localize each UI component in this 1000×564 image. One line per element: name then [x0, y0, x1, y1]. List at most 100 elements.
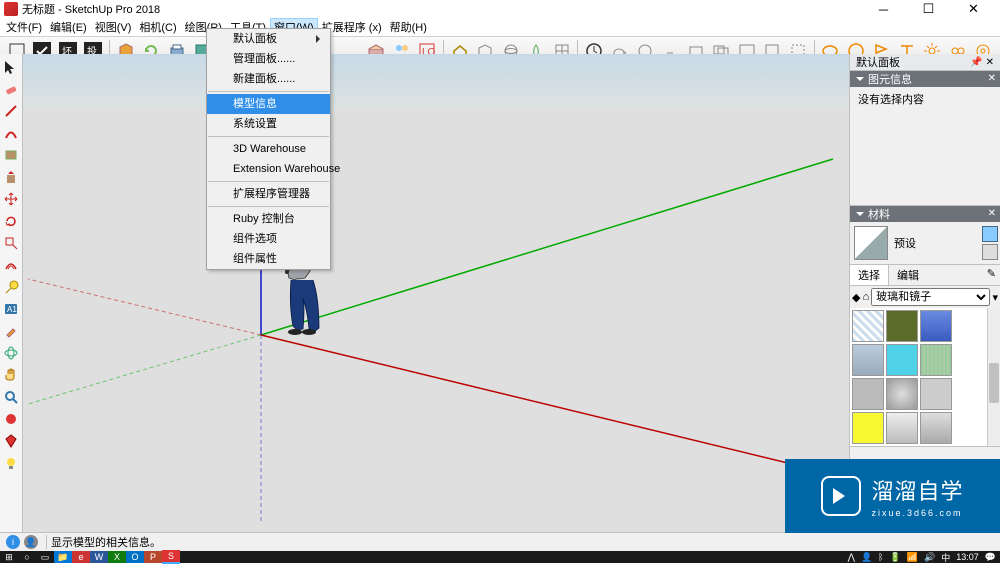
clock[interactable]: 13:07: [956, 552, 979, 562]
app-icon: [4, 2, 18, 16]
watermark-brand: 溜溜自学: [871, 479, 963, 504]
entity-info-body: 没有选择内容: [850, 87, 1000, 206]
dd-comp-opt[interactable]: 组件选项: [207, 229, 330, 249]
materials-edit-tab[interactable]: 编辑: [889, 265, 927, 285]
taskview-icon[interactable]: ▭: [36, 551, 54, 563]
zoom-tool-icon[interactable]: [2, 388, 20, 406]
move-tool-icon[interactable]: [2, 190, 20, 208]
orbit-tool-icon[interactable]: [2, 344, 20, 362]
start-button[interactable]: ⊞: [0, 551, 18, 563]
no-selection-text: 没有选择内容: [858, 94, 924, 106]
wifi-icon[interactable]: 📶: [907, 552, 918, 563]
paint-tool-icon[interactable]: [2, 322, 20, 340]
ime-icon[interactable]: 中: [941, 551, 950, 564]
material-swatch[interactable]: [886, 412, 918, 444]
material-swatch[interactable]: [852, 378, 884, 410]
rotate-tool-icon[interactable]: [2, 212, 20, 230]
dd-extmanager[interactable]: 扩展程序管理器: [207, 184, 330, 204]
default-material-icon[interactable]: [982, 244, 998, 260]
eyedropper-icon[interactable]: ✎: [983, 265, 1000, 285]
menu-camera[interactable]: 相机(C): [135, 18, 180, 36]
material-swatch[interactable]: [886, 310, 918, 342]
outlook-icon[interactable]: O: [126, 551, 144, 563]
volume-icon[interactable]: 🔊: [924, 552, 935, 563]
material-preview[interactable]: [854, 226, 888, 260]
menu-help[interactable]: 帮助(H): [386, 18, 431, 36]
material-swatch[interactable]: [886, 378, 918, 410]
material-swatch[interactable]: [852, 412, 884, 444]
word-icon[interactable]: W: [90, 551, 108, 563]
dd-preferences[interactable]: 系统设置: [207, 114, 330, 134]
tray-title[interactable]: 默认面板 📌 ✕: [850, 54, 1000, 71]
rect-tool-icon[interactable]: [2, 146, 20, 164]
maximize-button[interactable]: ☐: [906, 0, 951, 18]
pan-tool-icon[interactable]: [2, 366, 20, 384]
battery-icon[interactable]: 🔋: [890, 552, 901, 563]
bluetooth-icon[interactable]: ᛒ: [878, 552, 883, 562]
gem-icon[interactable]: [2, 432, 20, 450]
bulb-icon[interactable]: [2, 454, 20, 472]
viewport[interactable]: [23, 54, 849, 533]
window-title: 无标题 - SketchUp Pro 2018: [22, 1, 861, 17]
status-text: 显示模型的相关信息。: [51, 534, 161, 550]
cortana-icon[interactable]: ○: [18, 551, 36, 563]
sketchup-task-icon[interactable]: S: [162, 550, 180, 564]
dd-comp-attr[interactable]: 组件属性: [207, 249, 330, 269]
material-swatch[interactable]: [920, 344, 952, 376]
back-arrow-icon[interactable]: ◆: [852, 291, 860, 304]
line-tool-icon[interactable]: [2, 102, 20, 120]
status-info-icon: i: [6, 535, 20, 549]
pushpull-tool-icon[interactable]: [2, 168, 20, 186]
dd-manage-tray[interactable]: 管理面板......: [207, 49, 330, 69]
material-category-select[interactable]: 玻璃和镜子: [871, 288, 990, 306]
notification-icon[interactable]: 💬: [985, 552, 996, 563]
material-swatch[interactable]: [886, 344, 918, 376]
menu-view[interactable]: 视图(V): [91, 18, 136, 36]
entity-info-header[interactable]: 图元信息✕: [850, 71, 1000, 87]
materials-header[interactable]: 材料✕: [850, 206, 1000, 222]
dd-ruby[interactable]: Ruby 控制台: [207, 209, 330, 229]
text-tool-icon[interactable]: A1: [2, 300, 20, 318]
red-ball-icon[interactable]: [2, 410, 20, 428]
minimize-button[interactable]: ─: [861, 0, 906, 18]
dd-default-tray[interactable]: 默认面板: [207, 29, 330, 49]
title-bar: 无标题 - SketchUp Pro 2018 ─ ☐ ✕: [0, 0, 1000, 18]
offset-tool-icon[interactable]: [2, 256, 20, 274]
tray-up-icon[interactable]: ⋀: [848, 552, 855, 563]
material-swatch[interactable]: [920, 378, 952, 410]
dd-extwarehouse[interactable]: Extension Warehouse: [207, 159, 330, 179]
material-swatches: [850, 308, 987, 446]
material-swatch[interactable]: [852, 310, 884, 342]
excel-icon[interactable]: X: [108, 551, 126, 563]
eraser-tool-icon[interactable]: [2, 80, 20, 98]
swatches-scrollbar[interactable]: [987, 308, 1000, 446]
status-person-icon[interactable]: 👤: [24, 535, 38, 549]
menu-edit[interactable]: 编辑(E): [46, 18, 91, 36]
people-tray-icon[interactable]: 👤: [861, 552, 872, 563]
dd-model-info[interactable]: 模型信息: [207, 94, 330, 114]
close-button[interactable]: ✕: [951, 0, 996, 18]
scale-tool-icon[interactable]: [2, 234, 20, 252]
edge-icon[interactable]: e: [72, 551, 90, 563]
arc-tool-icon[interactable]: [2, 124, 20, 142]
dd-3dwarehouse[interactable]: 3D Warehouse: [207, 139, 330, 159]
home-icon[interactable]: ⌂: [862, 291, 869, 303]
dd-new-tray[interactable]: 新建面板......: [207, 69, 330, 89]
category-menu-icon[interactable]: ▾: [992, 291, 998, 304]
status-bar: i 👤 显示模型的相关信息。: [0, 532, 1000, 551]
create-material-icon[interactable]: [982, 226, 998, 242]
explorer-icon[interactable]: 📁: [54, 551, 72, 563]
material-swatch[interactable]: [852, 344, 884, 376]
material-swatch[interactable]: [920, 310, 952, 342]
tape-tool-icon[interactable]: [2, 278, 20, 296]
menu-file[interactable]: 文件(F): [2, 18, 46, 36]
material-swatch[interactable]: [920, 412, 952, 444]
materials-select-tab[interactable]: 选择: [850, 265, 889, 285]
menu-bar: 文件(F) 编辑(E) 视图(V) 相机(C) 绘图(R) 工具(T) 窗口(W…: [0, 18, 1000, 37]
select-tool-icon[interactable]: [2, 58, 20, 76]
ppt-icon[interactable]: P: [144, 551, 162, 563]
materials-body: 预设 选择 编辑 ✎ ◆ ⌂ 玻璃和镜子 ▾: [850, 222, 1000, 447]
tray-pin-icon[interactable]: 📌 ✕: [970, 57, 994, 68]
play-icon: [821, 476, 861, 516]
watermark-url: zixue.3d66.com: [871, 508, 963, 518]
